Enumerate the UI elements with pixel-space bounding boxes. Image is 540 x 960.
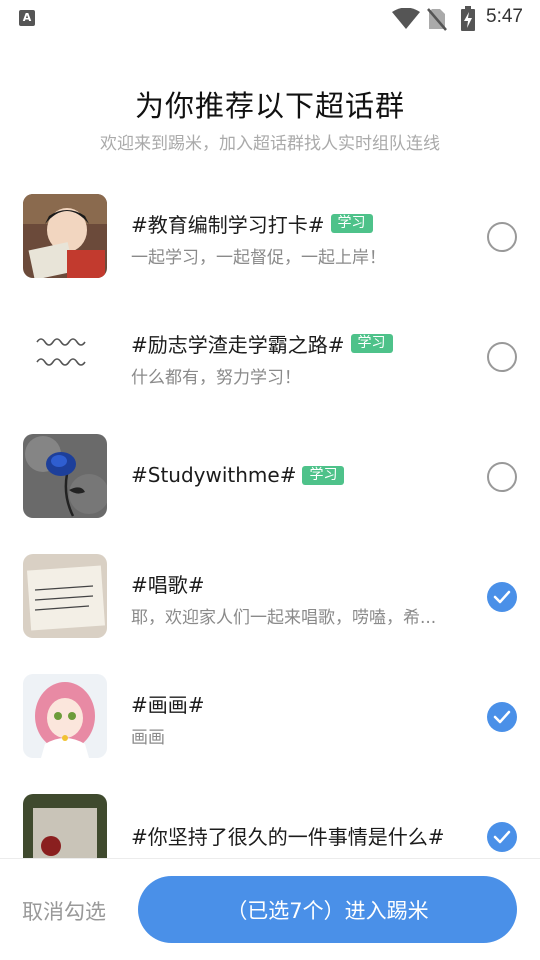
clock-time: 5:47 [486,6,523,27]
check-icon [493,830,511,844]
category-tag: 学习 [330,213,373,233]
select-checkbox-checked[interactable] [487,702,517,732]
category-tag: 学习 [302,465,345,485]
page-title: 为你推荐以下超话群 [134,89,405,123]
rose-on-stone-avatar [23,794,107,858]
group-name: #教育编制学习打卡# [131,212,325,237]
group-list[interactable]: #教育编制学习打卡# 学习 一起学习，一起督促，一起上岸！ #励志学渣走学霸之路… [0,175,540,858]
group-description: 耶，欢迎家人们一起来唱歌，唠嗑，希... [131,608,437,628]
blue-rose-avatar [23,434,107,518]
group-item[interactable]: #画画# 画画 [0,655,540,775]
select-checkbox[interactable] [487,222,517,252]
group-name: #Studywithme# [131,463,297,487]
group-name: #唱歌# [131,572,205,597]
no-sim-icon [427,8,447,31]
group-name: #励志学渣走学霸之路# [131,332,345,357]
a-letter-icon: A [19,10,35,26]
group-name: #画画# [131,692,205,717]
select-checkbox[interactable] [487,342,517,372]
select-checkbox-checked[interactable] [487,582,517,612]
enter-app-button[interactable]: （已选7个）进入踢米 [138,876,517,943]
select-checkbox-checked[interactable] [487,822,517,852]
group-name: #你坚持了很久的一件事情是什么# [131,824,445,849]
boy-reading-avatar [23,194,107,278]
group-item[interactable]: #唱歌# 耶，欢迎家人们一起来唱歌，唠嗑，希... [0,535,540,655]
group-item[interactable]: #励志学渣走学霸之路# 学习 什么都有，努力学习！ [0,295,540,415]
handwritten-note-avatar [23,554,107,638]
group-description: 什么都有，努力学习！ [131,368,301,388]
check-icon [493,710,511,724]
anime-girl-avatar [23,674,107,758]
footer-bar: 取消勾选 （已选7个）进入踢米 [0,858,540,960]
group-item[interactable]: #教育编制学习打卡# 学习 一起学习，一起督促，一起上岸！ [0,175,540,295]
category-tag: 学习 [350,333,393,353]
battery-charging-icon [461,6,475,31]
group-item[interactable]: #Studywithme# 学习 [0,415,540,535]
select-checkbox[interactable] [487,462,517,492]
group-item[interactable]: #你坚持了很久的一件事情是什么# [0,775,540,858]
page-subtitle: 欢迎来到踢米，加入超话群找人实时组队连线 [100,134,440,154]
group-description: 画画 [131,728,165,748]
group-description: 一起学习，一起督促，一起上岸！ [131,248,386,268]
calligraphy-avatar [23,314,107,398]
wifi-icon [392,8,420,29]
status-bar: A 5:47 [0,0,540,36]
check-icon [493,590,511,604]
cancel-selection-button[interactable]: 取消勾选 [22,896,106,926]
